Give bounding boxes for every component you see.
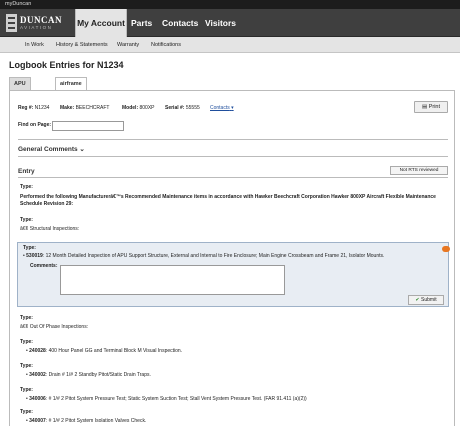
page-title: Logbook Entries for N1234: [9, 60, 124, 70]
nav-tab-visitors[interactable]: Visitors: [205, 9, 236, 37]
type-label: Type:: [20, 217, 33, 223]
type-label: Type:: [20, 315, 33, 321]
entry-heading: Entry: [18, 168, 35, 175]
reg-info: Reg #: N1234: [18, 105, 50, 111]
sub-nav: In Work History & Statements Warranty No…: [0, 37, 460, 53]
subnav-history-statements[interactable]: History & Statements: [56, 37, 108, 53]
logo-line2: AVIATION: [20, 25, 53, 30]
structural-inspections-label: â€¢ Structural Inspections:: [20, 226, 80, 232]
list-item: • 340002: Drain # 1/# 2 Standby Pitot/St…: [26, 372, 151, 378]
nav-tab-parts[interactable]: Parts: [131, 9, 152, 37]
subnav-in-work[interactable]: In Work: [25, 37, 44, 53]
type-label: Type:: [23, 245, 36, 251]
tab-apu[interactable]: APU sn P-360: [9, 77, 31, 126]
type-label: Type:: [20, 409, 33, 415]
entry-intro-text: Performed the following Manufacturerâ€™s…: [20, 194, 436, 207]
nav-tab-contacts[interactable]: Contacts: [162, 9, 198, 37]
comments-textarea[interactable]: [60, 265, 285, 295]
divider: [18, 156, 448, 157]
logo-line1: DUNCAN: [20, 15, 62, 25]
status-badge: Not RTS reviewed: [390, 166, 448, 175]
app-title: myDuncan: [5, 1, 32, 7]
list-item: • 340007: # 1/# 2 Pitot System Isolation…: [26, 418, 147, 424]
app-title-bar: myDuncan: [0, 0, 460, 9]
nav-tab-my-account[interactable]: My Account: [75, 9, 127, 37]
model-info: Model: 800XP: [122, 105, 155, 111]
comments-label: Comments:: [30, 263, 58, 269]
out-of-phase-label: â€¢ Out Of Phase Inspections:: [20, 324, 89, 330]
list-item: • 240028: 400 Hour Panel GG and Terminal…: [26, 348, 183, 354]
main-nav: DUNCAN AVIATION My Account Parts Contact…: [0, 9, 460, 37]
comment-bubble-icon[interactable]: [442, 246, 450, 252]
logbook-panel: Reg #: N1234 Make: BEECHCRAFT Model: 800…: [9, 90, 455, 426]
type-label: Type:: [20, 387, 33, 393]
checkmark-icon: ✔: [415, 297, 420, 303]
logo-mark-icon: [6, 14, 17, 32]
selected-item-text: • 530019: 12 Month Detailed Inspection o…: [23, 253, 385, 259]
tab-airframe[interactable]: airframe: [55, 77, 87, 91]
type-label: Type:: [20, 363, 33, 369]
type-label: Type:: [20, 184, 33, 190]
find-label: Find on Page:: [18, 122, 52, 128]
divider: [18, 139, 448, 140]
double-chevron-down-icon: ⌄: [79, 146, 85, 153]
make-info: Make: BEECHCRAFT: [60, 105, 110, 111]
list-item: • 340006: # 1/# 2 Pitot System Pressure …: [26, 396, 307, 402]
chevron-down-icon: ▾: [231, 105, 234, 111]
subnav-notifications[interactable]: Notifications: [151, 37, 181, 53]
submit-button[interactable]: ✔ Submit: [408, 295, 444, 305]
type-label: Type:: [20, 339, 33, 345]
contacts-dropdown[interactable]: Contacts ▾: [210, 105, 234, 111]
subnav-warranty[interactable]: Warranty: [117, 37, 139, 53]
printer-icon: ▤: [421, 104, 428, 110]
find-input[interactable]: [52, 121, 124, 131]
serial-info: Serial #: 55555: [165, 105, 200, 111]
selected-item-box: Type: • 530019: 12 Month Detailed Inspec…: [17, 242, 450, 307]
duncan-aviation-logo[interactable]: DUNCAN AVIATION: [6, 13, 68, 33]
general-comments-toggle[interactable]: General Comments ⌄: [18, 145, 85, 153]
print-button[interactable]: ▤ Print: [414, 101, 448, 113]
divider: [18, 177, 448, 178]
